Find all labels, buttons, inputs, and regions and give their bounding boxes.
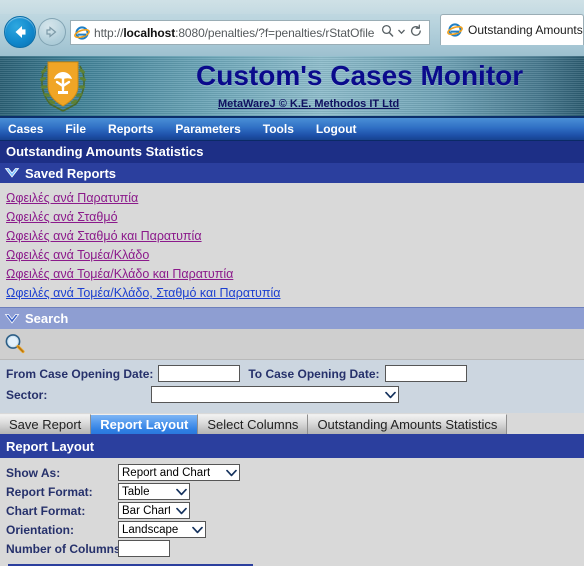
address-bar[interactable]: http://localhost:8080/penalties/?f=penal… (70, 20, 430, 45)
chart-format-select[interactable]: Bar Chart (118, 502, 190, 519)
menu-item-reports[interactable]: Reports (108, 122, 153, 136)
menu-item-cases[interactable]: Cases (8, 122, 43, 136)
page-heading: Outstanding Amounts Statistics (0, 141, 584, 163)
date-range-row: From Case Opening Date: To Case Opening … (6, 365, 584, 382)
saved-report-link[interactable]: Ωφειλές ανά Σταθμό (6, 208, 584, 227)
tab-report-layout[interactable]: Report Layout (91, 414, 199, 434)
back-arrow-icon (15, 26, 26, 38)
report-layout-heading: Report Layout (0, 436, 584, 458)
main-menu-bar: Cases File Reports Parameters Tools Logo… (0, 118, 584, 141)
orientation-label: Orientation: (6, 522, 74, 537)
chevron-down-icon (176, 507, 187, 514)
from-date-input[interactable] (158, 365, 241, 382)
chevron-down-icon (192, 526, 203, 533)
chevron-down-icon (226, 469, 237, 476)
vendor-credit[interactable]: MetaWareJ © K.E. Methodos IT Ltd (218, 96, 399, 110)
chart-format-value: Bar Chart (122, 504, 170, 517)
forward-arrow-icon (46, 26, 57, 38)
saved-report-link[interactable]: Ωφειλές ανά Τομέα/Κλάδο, Σταθμό και Παρα… (6, 284, 584, 303)
sector-select[interactable] (151, 386, 399, 403)
browser-chrome: http://localhost:8080/penalties/?f=penal… (0, 0, 584, 56)
number-of-columns-row: Number of Columns: (6, 539, 584, 558)
tab-outstanding-amounts-statistics[interactable]: Outstanding Amounts Statistics (308, 414, 508, 434)
tab-select-columns[interactable]: Select Columns (198, 414, 309, 434)
back-button[interactable] (4, 16, 36, 48)
show-as-row: Show As: Report and Chart (6, 463, 584, 482)
internet-explorer-icon (74, 25, 90, 41)
saved-reports-section-label: Saved Reports (25, 165, 117, 181)
tab-save-report[interactable]: Save Report (0, 414, 92, 434)
page-title: Custom's Cases Monitor (196, 60, 524, 91)
to-date-label: To Case Opening Date: (248, 366, 380, 381)
number-of-columns-label: Number of Columns: (6, 541, 125, 556)
page-content: Outstanding Amounts Statistics Saved Rep… (0, 141, 584, 566)
browser-tab[interactable]: Outstanding Amounts (440, 14, 584, 45)
browser-tab-title: Outstanding Amounts (468, 23, 583, 37)
search-section-label: Search (25, 311, 69, 326)
orientation-select[interactable]: Landscape (118, 521, 206, 538)
saved-report-link[interactable]: Ωφειλές ανά Σταθμό και Παρατυπία (6, 227, 584, 246)
from-date-label: From Case Opening Date: (6, 366, 154, 381)
menu-item-tools[interactable]: Tools (263, 122, 294, 136)
report-format-label: Report Format: (6, 484, 93, 499)
report-format-row: Report Format: Table (6, 482, 584, 501)
window-titlebar (0, 0, 584, 14)
menu-item-logout[interactable]: Logout (316, 122, 357, 136)
chevron-down-icon (4, 168, 20, 178)
chevron-down-icon (176, 488, 187, 495)
orientation-value: Landscape (122, 523, 179, 536)
report-tabs: Save Report Report Layout Select Columns… (0, 413, 584, 436)
report-format-select[interactable]: Table (118, 483, 190, 500)
menu-item-file[interactable]: File (65, 122, 86, 136)
internet-explorer-icon (447, 22, 463, 38)
to-date-input[interactable] (384, 365, 467, 382)
chart-format-row: Chart Format: Bar Chart (6, 501, 584, 520)
search-section-header[interactable]: Search (0, 307, 584, 329)
report-layout-panel: Show As: Report and Chart Report Format:… (0, 458, 584, 566)
vendor-credit-link[interactable]: MetaWareJ © K.E. Methodos IT Ltd (218, 98, 399, 110)
search-panel: From Case Opening Date: To Case Opening … (0, 360, 584, 413)
show-as-value: Report and Chart (122, 466, 211, 479)
report-format-value: Table (122, 485, 150, 498)
sector-label: Sector: (6, 387, 48, 402)
url-text: http://localhost:8080/penalties/?f=penal… (94, 25, 375, 40)
magnifier-icon[interactable] (3, 332, 27, 356)
menu-item-parameters[interactable]: Parameters (175, 122, 240, 136)
app-header-banner: Custom's Cases Monitor MetaWareJ © K.E. … (0, 56, 584, 118)
saved-report-link[interactable]: Ωφειλές ανά Τομέα/Κλάδο (6, 246, 584, 265)
sector-row: Sector: (6, 386, 584, 403)
saved-report-link[interactable]: Ωφειλές ανά Παρατυπία (6, 189, 584, 208)
chevron-down-icon (385, 391, 396, 398)
show-as-label: Show As: (6, 465, 61, 480)
number-of-columns-input[interactable] (118, 540, 170, 557)
chevron-down-icon (4, 313, 20, 324)
saved-reports-section-header[interactable]: Saved Reports (0, 163, 584, 183)
saved-report-link[interactable]: Ωφειλές ανά Τομέα/Κλάδο και Παρατυπία (6, 265, 584, 284)
search-icon[interactable] (381, 24, 394, 41)
search-toolbar (0, 329, 584, 360)
chevron-down-icon[interactable] (397, 24, 406, 41)
show-as-select[interactable]: Report and Chart (118, 464, 240, 481)
refresh-icon[interactable] (409, 24, 423, 41)
forward-button[interactable] (38, 18, 66, 46)
cyprus-coat-of-arms (39, 61, 87, 112)
chart-format-label: Chart Format: (6, 503, 86, 518)
saved-reports-list: Ωφειλές ανά Παρατυπία Ωφειλές ανά Σταθμό… (0, 183, 584, 307)
orientation-row: Orientation: Landscape (6, 520, 584, 539)
